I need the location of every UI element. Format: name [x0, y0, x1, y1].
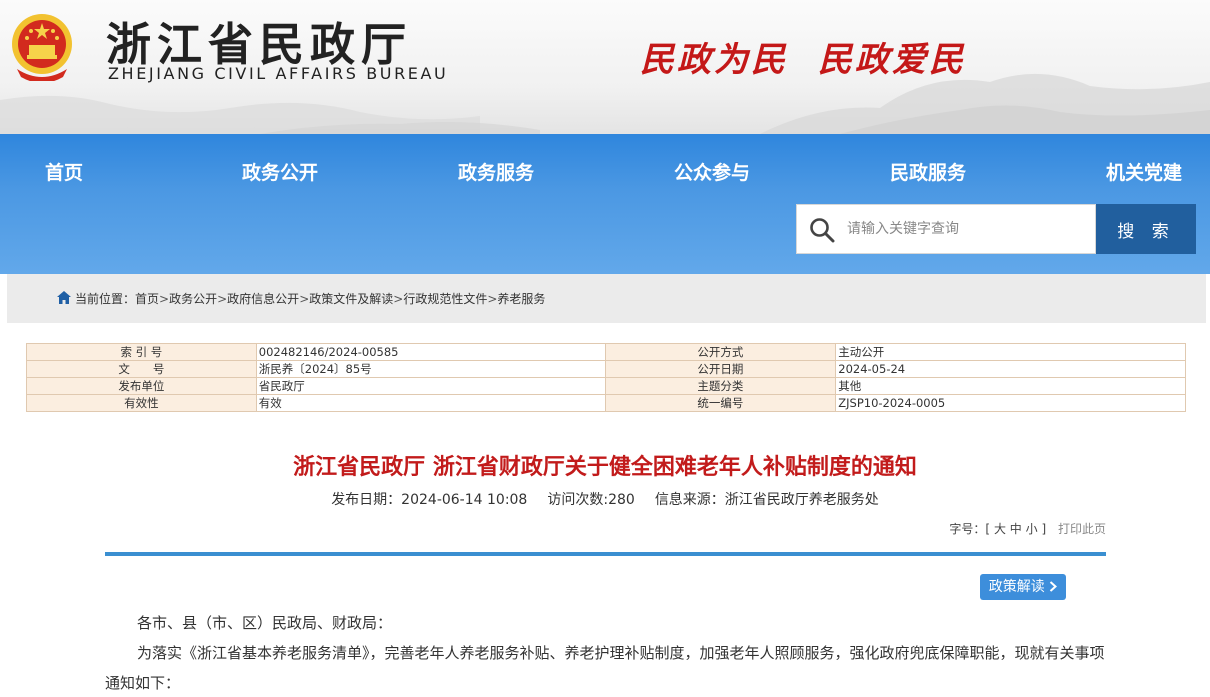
site-header: 浙江省民政厅 ZHEJIANG CIVIL AFFAIRS BUREAU 民政为…	[0, 0, 1210, 134]
info-source: 信息来源：浙江省民政厅养老服务处	[654, 492, 879, 508]
table-row: 索 引 号 002482146/2024-00585 公开方式 主动公开	[26, 343, 1186, 361]
breadcrumb-separator: >	[393, 292, 404, 306]
font-size-large-button[interactable]: 大	[994, 522, 1006, 536]
table-row: 有效性 有效 统一编号 ZJSP10-2024-0005	[26, 394, 1186, 412]
breadcrumb-item-government-affairs[interactable]: 政务公开	[169, 292, 217, 306]
meta-label-validity: 有效性	[26, 394, 257, 412]
table-row: 文 号 浙民养〔2024〕85号 公开日期 2024-05-24	[26, 360, 1186, 378]
breadcrumb-item-home[interactable]: 首页	[135, 292, 159, 306]
meta-label-document-number: 文 号	[26, 360, 257, 378]
nav-item-public-participation[interactable]: 公众参与	[674, 158, 750, 185]
slogan-left: 民政为民	[640, 40, 788, 80]
breadcrumb-separator: >	[217, 292, 228, 306]
main-nav: 首页 政务公开 政务服务 公众参与 民政服务 机关党建 搜 索	[0, 134, 1210, 274]
slogan: 民政为民 民政爱民	[640, 32, 966, 81]
meta-value-unified-number: ZJSP10-2024-0005	[835, 394, 1186, 412]
breadcrumb-item-normative-docs[interactable]: 行政规范性文件	[403, 292, 487, 306]
nav-item-party-building[interactable]: 机关党建	[1106, 158, 1182, 185]
meta-label-disclosure-method: 公开方式	[604, 343, 837, 361]
meta-value-document-number: 浙民养〔2024〕85号	[255, 360, 606, 378]
font-size-label: 字号：[	[949, 522, 991, 536]
meta-label-issuer: 发布单位	[26, 377, 257, 395]
breadcrumb: 当前位置：首页>政务公开>政府信息公开>政策文件及解读>行政规范性文件>养老服务	[7, 274, 1206, 323]
nav-item-government-affairs[interactable]: 政务公开	[242, 158, 318, 185]
table-row: 发布单位 省民政厅 主题分类 其他	[26, 377, 1186, 395]
chevron-right-icon	[1050, 581, 1058, 592]
document-meta-table: 索 引 号 002482146/2024-00585 公开方式 主动公开 文 号…	[26, 343, 1186, 412]
nav-item-home[interactable]: 首页	[45, 158, 83, 185]
nav-item-civil-services[interactable]: 民政服务	[890, 158, 966, 185]
print-page-link[interactable]: 打印此页	[1058, 522, 1106, 536]
breadcrumb-separator: >	[487, 292, 498, 306]
meta-value-validity: 有效	[255, 394, 606, 412]
article-title: 浙江省民政厅 浙江省财政厅关于健全困难老年人补贴制度的通知	[293, 455, 917, 480]
meta-value-disclosure-date: 2024-05-24	[835, 360, 1186, 378]
font-size-medium-button[interactable]: 中	[1010, 522, 1022, 536]
meta-label-unified-number: 统一编号	[604, 394, 837, 412]
search-box	[796, 204, 1096, 254]
font-size-small-button[interactable]: 小	[1026, 522, 1038, 536]
breadcrumb-separator: >	[299, 292, 310, 306]
slogan-right: 民政爱民	[818, 40, 966, 80]
search-button[interactable]: 搜 索	[1096, 204, 1196, 254]
breadcrumb-separator: >	[159, 292, 170, 306]
breadcrumb-label: 当前位置：	[75, 292, 136, 306]
policy-interpretation-label: 政策解读	[988, 579, 1045, 595]
breadcrumb-item-government-info[interactable]: 政府信息公开	[227, 292, 299, 306]
home-icon	[57, 291, 71, 304]
site-subtitle: ZHEJIANG CIVIL AFFAIRS BUREAU	[108, 64, 449, 83]
national-emblem-icon	[12, 14, 72, 81]
search-icon	[810, 218, 835, 243]
breadcrumb-trail: 当前位置：首页>政务公开>政府信息公开>政策文件及解读>行政规范性文件>养老服务	[75, 290, 545, 307]
meta-value-issuer: 省民政厅	[255, 377, 606, 395]
meta-value-topic: 其他	[835, 377, 1186, 395]
breadcrumb-item-policy-docs[interactable]: 政策文件及解读	[309, 292, 393, 306]
publish-date: 发布日期：2024-06-14 10:08	[331, 492, 528, 508]
font-size-control: 字号：[ 大 中 小 ] 打印此页	[949, 520, 1106, 537]
article-meta: 发布日期：2024-06-14 10:08 访问次数:280 信息来源：浙江省民政厅…	[0, 489, 1210, 509]
meta-value-index-number: 002482146/2024-00585	[255, 343, 606, 361]
article-salutation: 各市、县（市、区）民政局、财政局：	[137, 614, 393, 632]
policy-interpretation-button[interactable]: 政策解读	[980, 574, 1066, 600]
article-paragraph: 为落实《浙江省基本养老服务清单》，完善老年人养老服务补贴、养老护理补贴制度，加强…	[105, 644, 1105, 692]
breadcrumb-item-elderly-services[interactable]: 养老服务	[497, 292, 545, 306]
meta-label-index-number: 索 引 号	[26, 343, 257, 361]
meta-value-disclosure-method: 主动公开	[835, 343, 1186, 361]
article-divider	[105, 552, 1106, 556]
meta-label-disclosure-date: 公开日期	[604, 360, 837, 378]
nav-item-government-services[interactable]: 政务服务	[458, 158, 534, 185]
visit-count: 访问次数:280	[547, 492, 635, 508]
meta-label-topic: 主题分类	[604, 377, 837, 395]
font-size-close: ]	[1041, 522, 1047, 536]
search-input[interactable]	[847, 205, 1087, 253]
